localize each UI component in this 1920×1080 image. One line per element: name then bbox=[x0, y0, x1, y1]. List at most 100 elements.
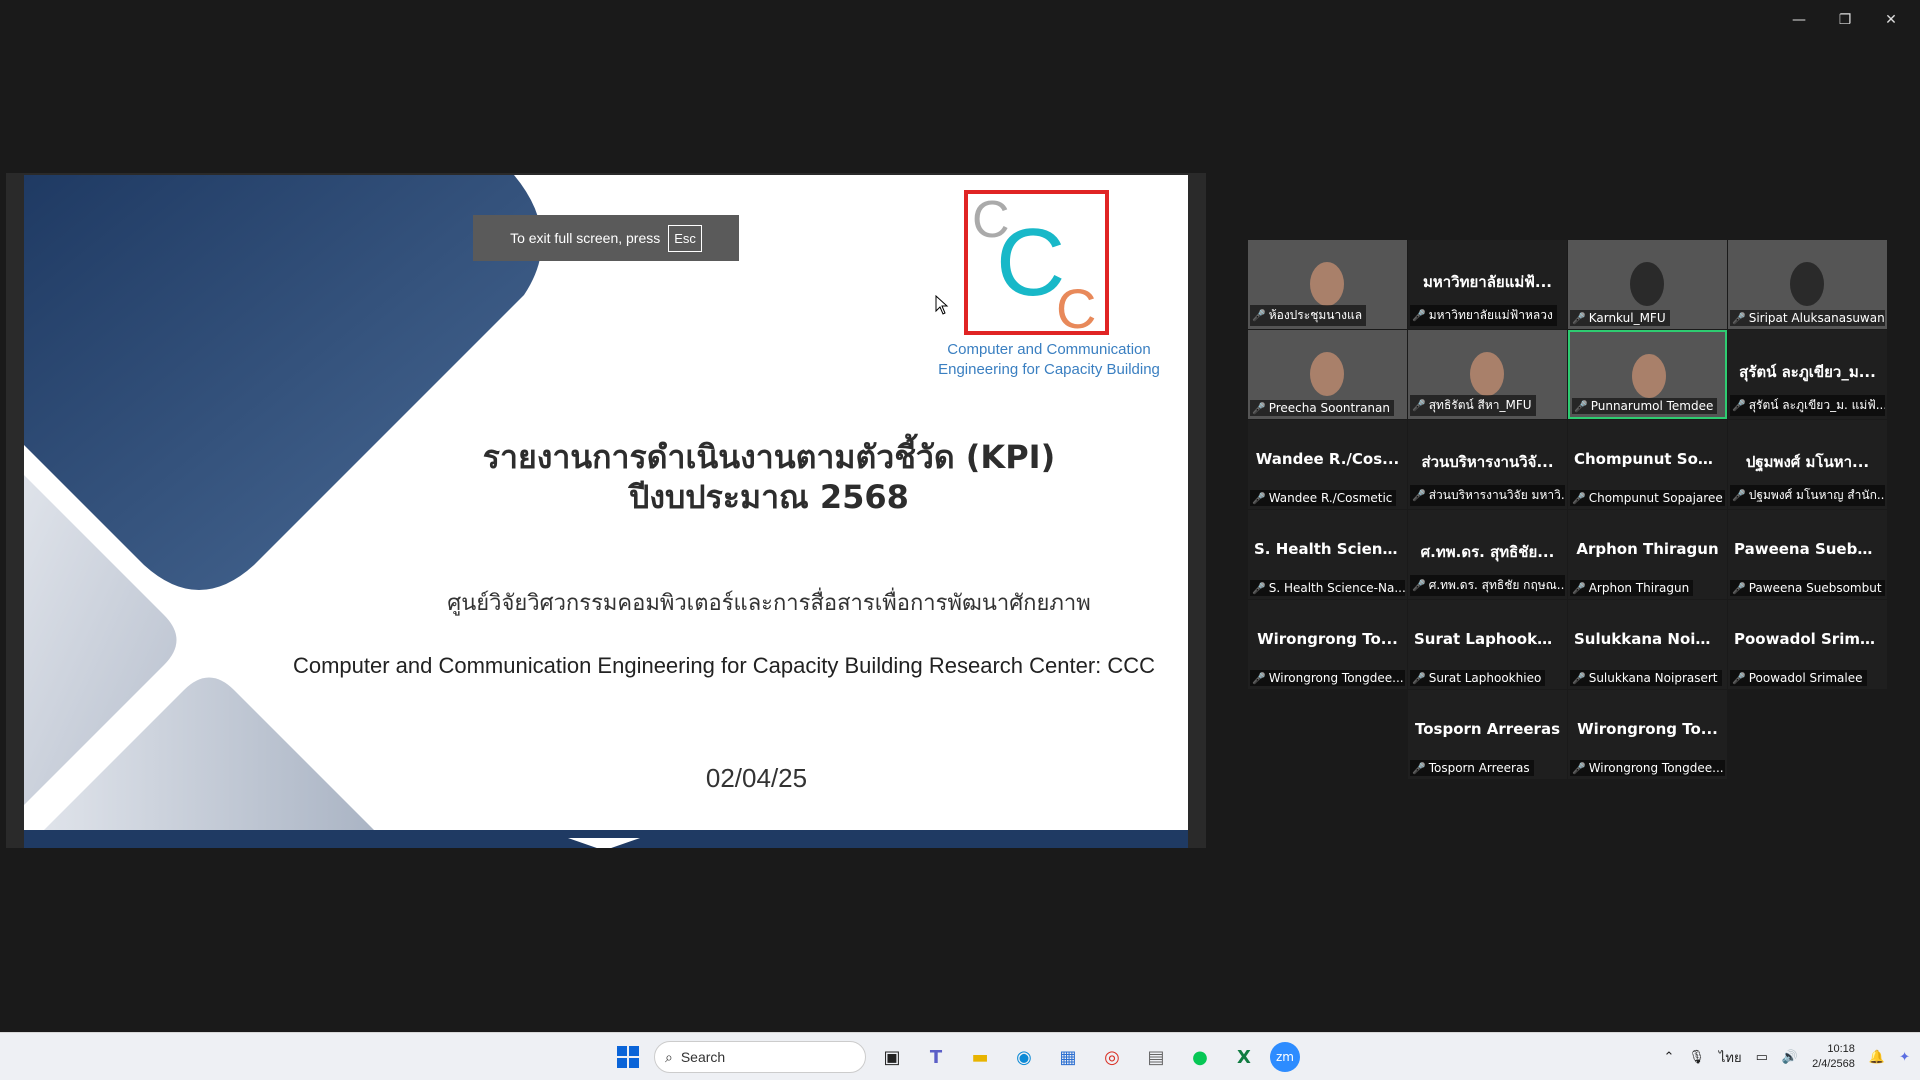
chrome-icon[interactable]: ◎ bbox=[1094, 1039, 1130, 1075]
participant-tile[interactable]: S. Health Scienc... 🎤 S. Health Science-Na… bbox=[1248, 510, 1407, 599]
ccc-logo: C C C bbox=[964, 190, 1109, 340]
participant-tile[interactable]: Surat Laphookhi... 🎤 Surat Laphookhieo bbox=[1408, 600, 1567, 689]
participant-name-text: Sulukkana Noiprasert bbox=[1588, 671, 1718, 685]
participant-tile[interactable]: สุรัตน์ ละภูเขียว_ม... 🎤 สุรัตน์ ละภูเขียว… bbox=[1728, 330, 1887, 419]
participant-name-text: ศ.ทพ.ดร. สุทธิชัย กฤษณ... bbox=[1428, 578, 1565, 592]
clock[interactable]: 10:18 2/4/2568 bbox=[1812, 1042, 1855, 1072]
participant-name-label: 🎤 Wirongrong Tongdee... bbox=[1570, 760, 1725, 776]
participant-display-name: Arphon Thiragun bbox=[1576, 540, 1719, 558]
mouse-cursor-icon bbox=[935, 295, 949, 315]
close-button[interactable]: ✕ bbox=[1868, 6, 1914, 34]
participant-display-name: Sulukkana Noip... bbox=[1574, 630, 1724, 648]
minimize-button[interactable]: — bbox=[1776, 6, 1822, 34]
participant-tile[interactable]: Sulukkana Noip... 🎤 Sulukkana Noiprasert bbox=[1568, 600, 1727, 689]
clock-time: 10:18 bbox=[1827, 1043, 1855, 1055]
language-indicator[interactable]: ไทย bbox=[1719, 1047, 1742, 1068]
participant-video bbox=[1470, 352, 1504, 396]
file-explorer-icon[interactable]: ▬ bbox=[962, 1039, 998, 1075]
participant-name-label: 🎤 Punnarumol Temdee bbox=[1572, 398, 1718, 414]
participant-tile[interactable]: Poowadol Srima... 🎤 Poowadol Srimalee bbox=[1728, 600, 1887, 689]
muted-microphone-icon: 🎤 bbox=[1412, 399, 1426, 412]
participant-tile[interactable]: Arphon Thiragun 🎤 Arphon Thiragun bbox=[1568, 510, 1727, 599]
participant-video bbox=[1790, 262, 1824, 306]
logo-letter: C bbox=[1056, 277, 1097, 340]
participant-display-name: Paweena Suebs... bbox=[1734, 540, 1884, 558]
copilot-icon[interactable]: ✦ bbox=[1899, 1050, 1910, 1065]
participant-name-label: 🎤 ปฐมพงศ์ มโนหาญ สำนัก... bbox=[1730, 485, 1885, 506]
muted-microphone-icon: 🎤 bbox=[1732, 489, 1746, 502]
taskbar-search-box[interactable]: ⌕ Search bbox=[654, 1041, 866, 1073]
notification-bell-icon[interactable]: 🔔 bbox=[1869, 1050, 1885, 1065]
muted-microphone-icon: 🎤 bbox=[1572, 581, 1586, 595]
participant-tile[interactable]: Tosporn Arreeras 🎤 Tosporn Arreeras bbox=[1408, 690, 1567, 779]
participant-name-text: Siripat Aluksanasuwan bbox=[1748, 311, 1885, 325]
participant-tile[interactable]: 🎤 Karnkul_MFU bbox=[1568, 240, 1727, 329]
participant-name-text: มหาวิทยาลัยแม่ฟ้าหลวง bbox=[1428, 308, 1553, 322]
participant-name-label: 🎤 ศ.ทพ.ดร. สุทธิชัย กฤษณ... bbox=[1410, 575, 1565, 596]
participant-name-text: Preecha Soontranan bbox=[1268, 401, 1390, 415]
app-icon[interactable]: ▤ bbox=[1138, 1039, 1174, 1075]
participant-name-text: Poowadol Srimalee bbox=[1748, 671, 1863, 685]
participant-name-text: Paweena Suebsombut bbox=[1748, 581, 1882, 595]
windows-start-icon[interactable] bbox=[610, 1039, 646, 1075]
logo-caption: Computer and Communication Engineering f… bbox=[914, 340, 1184, 380]
participant-name-label: 🎤 Preecha Soontranan bbox=[1250, 400, 1394, 416]
participant-name-label: 🎤 S. Health Science-Na... bbox=[1250, 580, 1405, 596]
muted-microphone-icon: 🎤 bbox=[1412, 761, 1426, 775]
participant-name-text: Punnarumol Temdee bbox=[1590, 399, 1714, 413]
participant-tile[interactable]: ส่วนบริหารงานวิจั... 🎤 ส่วนบริหารงานวิจัย … bbox=[1408, 420, 1567, 509]
search-placeholder: Search bbox=[680, 1049, 726, 1065]
participant-name-label: 🎤 มหาวิทยาลัยแม่ฟ้าหลวง bbox=[1410, 305, 1557, 326]
participant-tile[interactable]: ศ.ทพ.ดร. สุทธิชัย... 🎤 ศ.ทพ.ดร. สุทธิชัย ก… bbox=[1408, 510, 1567, 599]
teams-icon[interactable]: T bbox=[918, 1039, 954, 1075]
participant-name-label: 🎤 ห้องประชุมนางแล bbox=[1250, 305, 1367, 326]
participant-tile[interactable]: ปฐมพงศ์ มโนหา... 🎤 ปฐมพงศ์ มโนหาญ สำนัก... bbox=[1728, 420, 1887, 509]
participant-tile[interactable]: Paweena Suebs... 🎤 Paweena Suebsombut bbox=[1728, 510, 1887, 599]
store-icon[interactable]: ▦ bbox=[1050, 1039, 1086, 1075]
participant-name-label: 🎤 Wirongrong Tongdee... bbox=[1250, 670, 1405, 686]
participant-tile[interactable]: Wirongrong To... 🎤 Wirongrong Tongdee... bbox=[1248, 600, 1407, 689]
muted-microphone-icon: 🎤 bbox=[1732, 581, 1746, 595]
participant-display-name: มหาวิทยาลัยแม่ฟ้... bbox=[1423, 273, 1552, 291]
restore-button[interactable]: ❐ bbox=[1822, 6, 1868, 34]
edge-icon[interactable]: ◉ bbox=[1006, 1039, 1042, 1075]
participant-display-name: Poowadol Srima... bbox=[1734, 630, 1887, 648]
chevron-up-icon[interactable]: ⌃ bbox=[1663, 1050, 1674, 1065]
excel-icon[interactable]: X bbox=[1226, 1039, 1262, 1075]
task-view-icon[interactable]: ▣ bbox=[874, 1039, 910, 1075]
taskbar: ⌕ Search ▣ T ▬ ◉ ▦ ◎ ▤ ● X zm ⌃ 🎙 ไทย ▭ … bbox=[0, 1032, 1920, 1080]
participant-tile[interactable]: 🎤 สุทธิรัตน์ สีหา_MFU bbox=[1408, 330, 1567, 419]
line-icon[interactable]: ● bbox=[1182, 1039, 1218, 1075]
participant-name-text: Karnkul_MFU bbox=[1588, 311, 1666, 325]
participant-video bbox=[1632, 354, 1666, 398]
participant-display-name: Chompunut Sop... bbox=[1574, 450, 1726, 468]
desktop: — ❐ ✕ C C C Computer and Communication E… bbox=[0, 0, 1920, 1080]
muted-microphone-icon: 🎤 bbox=[1252, 491, 1266, 505]
participant-tile[interactable]: 🎤 Siripat Aluksanasuwan bbox=[1728, 240, 1887, 329]
muted-microphone-icon: 🎤 bbox=[1252, 309, 1266, 322]
zoom-icon[interactable]: zm bbox=[1270, 1042, 1300, 1072]
muted-microphone-icon: 🎤 bbox=[1572, 671, 1586, 685]
slide-subtitle-thai: ศูนย์วิจัยวิศวกรรมคอมพิวเตอร์และการสื่อส… bbox=[447, 591, 1091, 616]
participant-tile[interactable]: 🎤 ห้องประชุมนางแล bbox=[1248, 240, 1407, 329]
participant-tile[interactable]: 🎤 Preecha Soontranan bbox=[1248, 330, 1407, 419]
participant-tile[interactable]: Chompunut Sop... 🎤 Chompunut Sopajaree bbox=[1568, 420, 1727, 509]
participant-tile[interactable]: 🎤 Punnarumol Temdee bbox=[1568, 330, 1727, 419]
participant-name-label: 🎤 Tosporn Arreeras bbox=[1410, 760, 1534, 776]
slide-title-line: ปีงบประมาณ 2568 bbox=[629, 478, 909, 516]
participant-tile[interactable]: Wirongrong To... 🎤 Wirongrong Tongdee... bbox=[1568, 690, 1727, 779]
muted-microphone-icon: 🎤 bbox=[1412, 671, 1426, 685]
participant-display-name: S. Health Scienc... bbox=[1254, 540, 1407, 558]
muted-microphone-icon: 🎤 bbox=[1732, 399, 1746, 412]
volume-icon[interactable]: 🔊 bbox=[1782, 1050, 1798, 1065]
network-icon[interactable]: ▭ bbox=[1756, 1050, 1768, 1065]
muted-microphone-icon: 🎤 bbox=[1572, 311, 1586, 325]
muted-microphone-icon: 🎤 bbox=[1732, 311, 1746, 325]
participant-tile[interactable]: Wandee R./Cos... 🎤 Wandee R./Cosmetic bbox=[1248, 420, 1407, 509]
participant-name-label: 🎤 Paweena Suebsombut bbox=[1730, 580, 1885, 596]
participant-name-text: สุทธิรัตน์ สีหา_MFU bbox=[1428, 398, 1532, 412]
microphone-icon[interactable]: 🎙 bbox=[1688, 1050, 1705, 1065]
participant-name-label: 🎤 Siripat Aluksanasuwan bbox=[1730, 310, 1885, 326]
participant-tile[interactable]: มหาวิทยาลัยแม่ฟ้... 🎤 มหาวิทยาลัยแม่ฟ้าหลว… bbox=[1408, 240, 1567, 329]
esc-key-hint[interactable]: Esc bbox=[668, 224, 702, 252]
